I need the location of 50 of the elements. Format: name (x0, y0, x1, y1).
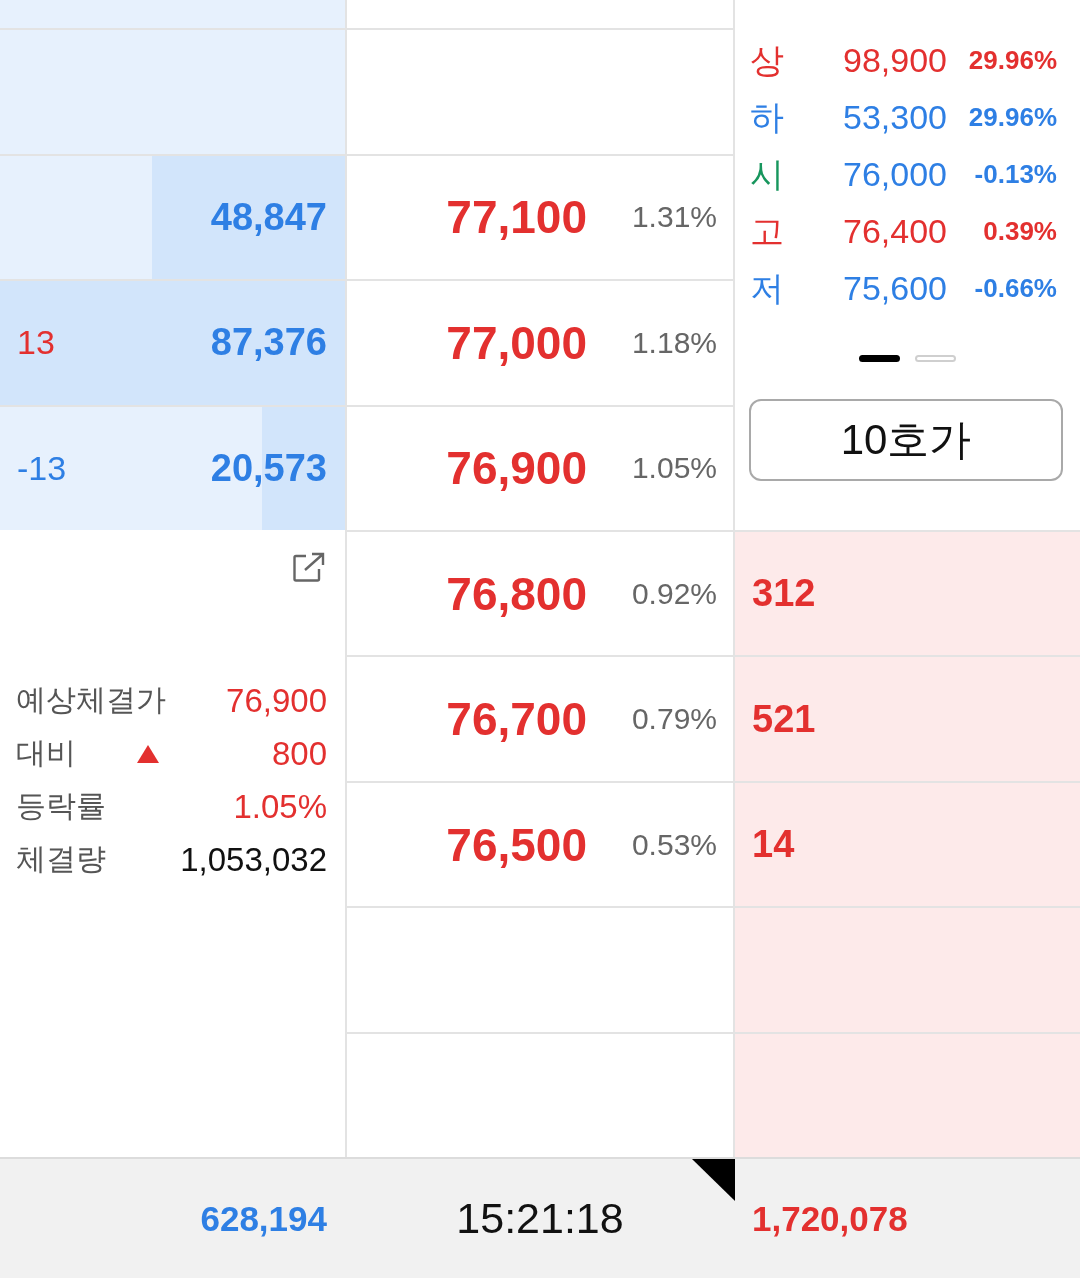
ask-price[interactable]: 77,000 (347, 315, 587, 370)
stat-label: 상 (749, 39, 785, 81)
stat-price: 75,600 (842, 269, 947, 308)
stat-rate: 29.96% (967, 102, 1057, 133)
summary-value: 1.05% (232, 787, 327, 826)
bid-price[interactable]: 76,500 (347, 817, 587, 872)
stat-price: 53,300 (842, 98, 947, 137)
ask-quantity: 48,847 (210, 195, 327, 239)
stat-label: 고 (749, 210, 785, 252)
stat-rate: -0.66% (973, 273, 1057, 304)
ask-quantity: 87,376 (210, 321, 327, 365)
corner-marker-icon (692, 1159, 735, 1201)
stat-label: 시 (749, 153, 785, 195)
bid-total: 1,720,078 (752, 1198, 908, 1239)
summary-value: 76,900 (225, 681, 327, 720)
price-change-rate: 1.05% (630, 451, 718, 486)
stat-price: 76,400 (842, 212, 947, 251)
quantity-change: -13 (17, 448, 67, 488)
bid-quantity: 312 (751, 572, 816, 616)
external-link-icon[interactable] (293, 552, 325, 582)
bid-quantity: 14 (751, 823, 795, 866)
summary-label: 체결량 (16, 841, 107, 877)
price-change-rate: 0.53% (630, 827, 718, 862)
stat-rate: 0.39% (982, 216, 1057, 247)
price-change-rate: 1.18% (630, 325, 718, 360)
price-change-rate: 0.79% (630, 702, 718, 737)
summary-label: 등락률 (16, 788, 107, 824)
time-text: 15:21:18 (456, 1194, 624, 1243)
stat-label: 저 (749, 267, 785, 309)
ask-price[interactable]: 76,900 (347, 441, 587, 496)
bid-price[interactable]: 76,700 (347, 692, 587, 747)
ask-price[interactable]: 77,100 (347, 190, 587, 245)
page-indicator[interactable] (858, 355, 900, 362)
summary-value: 1,053,032 (179, 840, 327, 879)
stat-rate: 29.96% (967, 45, 1057, 76)
price-change-rate: 1.31% (630, 200, 718, 235)
ask-total: 628,194 (200, 1198, 327, 1239)
summary-label: 대비 (16, 735, 77, 771)
summary-value: 800 (270, 734, 327, 773)
summary-label: 예상체결가 (16, 682, 166, 718)
bid-price[interactable]: 76,800 (347, 566, 587, 621)
bid-quantity: 521 (751, 697, 816, 741)
quantity-change: 13 (17, 323, 55, 363)
stat-price: 98,900 (842, 41, 947, 80)
stat-rate: -0.13% (973, 159, 1057, 190)
price-change-rate: 0.92% (630, 576, 718, 611)
ask-quantity: 20,573 (210, 446, 327, 490)
depth-toggle-button[interactable]: 10호가 (749, 399, 1063, 481)
stat-price: 76,000 (842, 155, 947, 194)
stat-label: 하 (749, 96, 785, 138)
